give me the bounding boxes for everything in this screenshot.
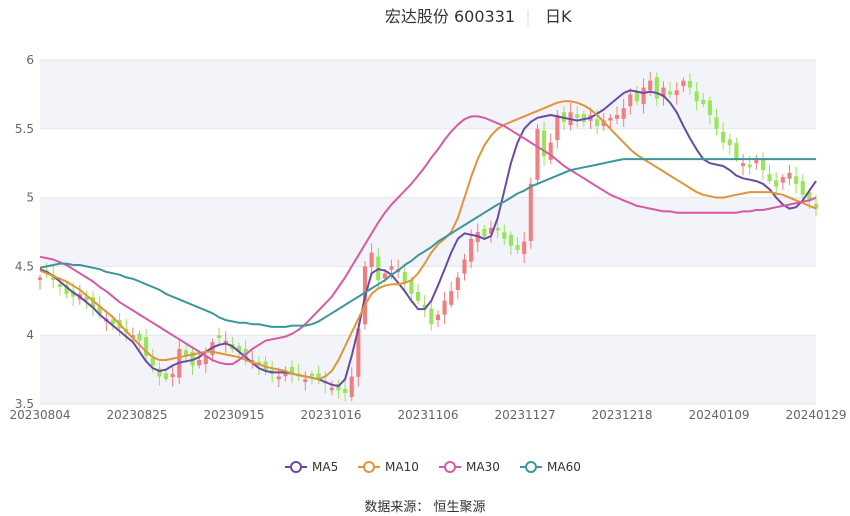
candle-body (687, 81, 693, 88)
x-tick-label: 20231106 (397, 408, 458, 422)
legend-item-ma30: MA30 (439, 460, 500, 474)
legend-item-ma10: MA10 (358, 460, 419, 474)
y-tick-label: 5 (26, 191, 34, 205)
plot-background-bands (40, 60, 816, 404)
legend-label: MA30 (466, 460, 500, 474)
candle-body (276, 376, 281, 380)
grid-band (40, 60, 816, 129)
candle-body (707, 100, 712, 116)
candle-body (508, 234, 513, 246)
candle-body (303, 379, 308, 382)
period-selector[interactable]: 日K (545, 7, 572, 26)
candle-body (495, 227, 500, 231)
candle-body (701, 99, 706, 105)
candle-body (721, 131, 726, 143)
data-source: 数据来源： 恒生聚源 (364, 500, 485, 515)
candle-body (608, 117, 613, 121)
candle-body (435, 314, 441, 321)
candle-body (760, 158, 765, 171)
candle-body (575, 114, 580, 118)
legend-label: MA5 (312, 460, 338, 474)
candle-body (734, 143, 739, 160)
candle-body (369, 252, 374, 268)
candle-body (681, 80, 686, 87)
candle-body (780, 176, 785, 183)
candle-body (217, 335, 222, 338)
candle-body (197, 359, 202, 366)
x-tick-label: 20240129 (785, 408, 846, 422)
x-tick-label: 20231127 (494, 408, 555, 422)
y-tick-label: 6 (26, 53, 34, 67)
candle-body (694, 91, 699, 102)
candle-body (641, 87, 646, 105)
candle-body (522, 241, 527, 255)
candle-body (787, 172, 792, 179)
candle-body (774, 180, 779, 187)
legend-label: MA60 (547, 460, 581, 474)
candle-body (37, 277, 43, 281)
legend-marker (525, 461, 537, 473)
candle-body (668, 91, 673, 95)
x-tick-label: 20230825 (106, 408, 167, 422)
candle-body (329, 387, 334, 391)
candle-body (767, 174, 772, 182)
candle-body (727, 139, 732, 146)
x-tick-label: 20231218 (591, 408, 652, 422)
x-tick-label: 20230804 (9, 408, 70, 422)
x-tick-label: 20231016 (300, 408, 361, 422)
legend-marker (290, 461, 302, 473)
candle-body (415, 291, 421, 301)
candle-body (628, 94, 633, 107)
candle-body (740, 163, 746, 166)
candle-body (449, 291, 454, 305)
candle-body (163, 373, 169, 380)
y-tick-label: 4.5 (15, 259, 34, 273)
candle-body (794, 176, 799, 184)
legend-label: MA10 (385, 460, 419, 474)
candle-body (747, 164, 752, 168)
legend-item-ma60: MA60 (520, 460, 581, 474)
x-tick-label: 20230915 (203, 408, 264, 422)
candle-body (515, 245, 520, 250)
candle-body (674, 90, 679, 96)
candle-body (309, 373, 314, 377)
candle-body (170, 373, 175, 378)
candle-body (150, 358, 155, 366)
candle-body (429, 308, 434, 325)
candle-body (343, 388, 348, 393)
y-axis-ticks: 3.544.555.56 (15, 53, 34, 411)
chart-title: 宏达股份 600331 (385, 7, 515, 26)
legend-item-ma5: MA5 (285, 460, 338, 474)
y-tick-label: 5.5 (15, 122, 34, 136)
legend-marker (363, 461, 375, 473)
candlestick-chart: 宏达股份 600331 日K 3.544.555.56 20230804 2023… (9, 7, 846, 515)
candle-body (382, 273, 387, 279)
candle-body (528, 183, 533, 242)
candle-body (469, 238, 474, 262)
candle-body (57, 283, 62, 288)
candle-body (800, 181, 805, 195)
candle-body (648, 80, 653, 91)
candle-body (442, 300, 447, 315)
legend: MA5 MA10 MA30 MA60 (285, 460, 581, 474)
candle-body (621, 108, 626, 119)
candle-body (654, 77, 659, 99)
candle-body (595, 119, 600, 127)
grid-band (40, 197, 816, 267)
candle-body (535, 128, 540, 180)
candle-body (482, 229, 487, 237)
legend-marker (444, 461, 456, 473)
x-axis-ticks: 20230804 20230825 20230915 20231016 20231106… (9, 408, 846, 422)
candle-body (555, 115, 560, 141)
candle-body (502, 232, 507, 239)
candle-body (349, 376, 354, 398)
candle-body (389, 266, 394, 270)
x-tick-label: 20240109 (688, 408, 749, 422)
candle-body (137, 333, 142, 341)
candle-body (455, 277, 460, 291)
candle-body (614, 115, 620, 119)
y-tick-label: 4 (26, 328, 34, 342)
candle-body (714, 117, 719, 129)
candle-body (462, 259, 467, 274)
